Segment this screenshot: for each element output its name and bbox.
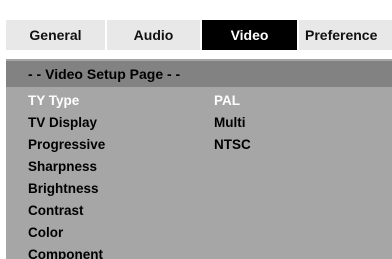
tab-audio[interactable]: Audio xyxy=(107,20,200,50)
menu-item-color[interactable]: Color xyxy=(28,222,63,244)
tab-video[interactable]: Video xyxy=(202,20,297,50)
tab-preference[interactable]: Preference xyxy=(299,20,392,50)
menu-item-contrast[interactable]: Contrast xyxy=(28,200,84,222)
menu-item-brightness[interactable]: Brightness xyxy=(28,178,99,200)
option-pal[interactable]: PAL xyxy=(214,90,240,112)
option-ntsc[interactable]: NTSC xyxy=(214,134,251,156)
option-multi[interactable]: Multi xyxy=(214,112,246,134)
menu-item-ty-type[interactable]: TY Type xyxy=(28,90,79,112)
tab-general[interactable]: General xyxy=(6,20,105,50)
menu-item-component[interactable]: Component xyxy=(28,244,103,259)
menu-item-sharpness[interactable]: Sharpness xyxy=(28,156,97,178)
menu-item-tv-display[interactable]: TV Display xyxy=(28,112,97,134)
tab-bar: General Audio Video Preference xyxy=(6,15,392,59)
page-title: - - Video Setup Page - - xyxy=(6,61,392,87)
video-setup-screen: General Audio Video Preference - - Video… xyxy=(6,15,392,259)
menu-item-progressive[interactable]: Progressive xyxy=(28,134,105,156)
